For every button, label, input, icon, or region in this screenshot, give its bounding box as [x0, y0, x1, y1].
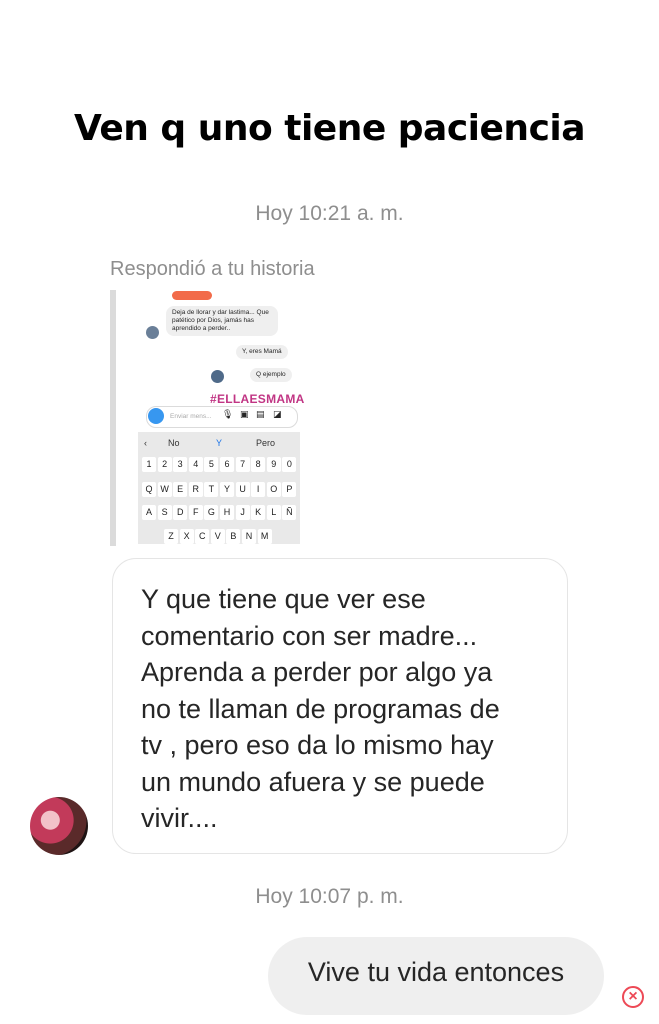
story-bubble-2: Y, eres Mamá	[236, 345, 288, 359]
keyboard-key: 6	[220, 457, 234, 472]
camera-icon	[148, 408, 164, 424]
keyboard-key: P	[282, 482, 297, 497]
keyboard-key: Q	[142, 482, 156, 497]
suggestion: No	[168, 438, 180, 448]
timestamp: Hoy 10:21 a. m.	[255, 202, 404, 225]
keyboard-key: N	[242, 529, 256, 544]
keyboard-key: 3	[173, 457, 188, 472]
keyboard-key: M	[257, 529, 272, 544]
keyboard-key: Ñ	[282, 505, 297, 520]
outgoing-message-text: Vive tu vida entonces	[307, 957, 565, 987]
keyboard-key: C	[195, 529, 210, 544]
keyboard-key: 2	[157, 457, 172, 472]
send-error-icon[interactable]: ×	[622, 986, 644, 1008]
keyboard-key: E	[173, 482, 188, 497]
keyboard-key: L	[266, 505, 281, 520]
keyboard-key: J	[235, 505, 250, 520]
keyboard-key: R	[188, 482, 203, 497]
keyboard-key: K	[251, 505, 266, 520]
keyboard-key: G	[204, 505, 219, 520]
keyboard-key: S	[157, 505, 172, 520]
story-hashtag: #ELLAESMAMA	[210, 392, 305, 406]
contact-avatar[interactable]	[30, 797, 88, 855]
keyboard-key: 0	[282, 457, 297, 472]
keyboard-key: O	[266, 482, 281, 497]
keyboard-key: I	[251, 482, 266, 497]
keyboard-key: T	[204, 482, 219, 497]
mini-avatar	[211, 370, 224, 383]
timestamp: Hoy 10:07 p. m.	[255, 885, 404, 908]
gallery-icon: ▣	[240, 409, 249, 419]
incoming-message-bubble: Y que tiene que ver ese comentario con s…	[112, 558, 568, 854]
mic-icon: 🎙	[222, 409, 234, 419]
story-reply-label: Respondió a tu historia	[110, 258, 315, 280]
sticker-icon: ◪	[273, 409, 282, 419]
keyboard-key: F	[188, 505, 203, 520]
suggestion: Y	[216, 438, 223, 448]
keyboard-key: Y	[220, 482, 234, 497]
keyboard-key: U	[235, 482, 250, 497]
keyboard-key: 7	[235, 457, 250, 472]
keyboard-key: A	[142, 505, 156, 520]
story-bubble-3: Q ejemplo	[250, 368, 292, 382]
incoming-message-text: Y que tiene que ver ese comentario con s…	[141, 584, 500, 833]
story-bubble-1: Deja de llorar y dar lastima... Que paté…	[166, 306, 278, 336]
keyboard-key: 4	[188, 457, 203, 472]
keyboard-key: V	[210, 529, 225, 544]
keyboard-key: 5	[204, 457, 219, 472]
keyboard-key: D	[173, 505, 188, 520]
outgoing-message-bubble[interactable]: Vive tu vida entonces	[268, 937, 604, 1015]
story-header-badge	[172, 291, 212, 300]
story-input-placeholder: Enviar mens...	[170, 413, 212, 420]
conversation-title: Ven q uno tiene paciencia	[73, 108, 586, 149]
mini-avatar	[146, 326, 159, 339]
keyboard-key: Z	[164, 529, 178, 544]
keyboard-back-icon: ‹	[144, 438, 147, 448]
keyboard-key: B	[226, 529, 241, 544]
keyboard-key: H	[220, 505, 234, 520]
keyboard-key: 1	[142, 457, 156, 472]
reply-indicator-bar	[110, 290, 116, 546]
keyboard-key: 8	[251, 457, 266, 472]
keyboard-key: 9	[266, 457, 281, 472]
keyboard-key: W	[157, 482, 172, 497]
suggestion: Pero	[256, 438, 276, 448]
keyboard-key: X	[179, 529, 194, 544]
gif-icon: ▤	[256, 409, 265, 419]
